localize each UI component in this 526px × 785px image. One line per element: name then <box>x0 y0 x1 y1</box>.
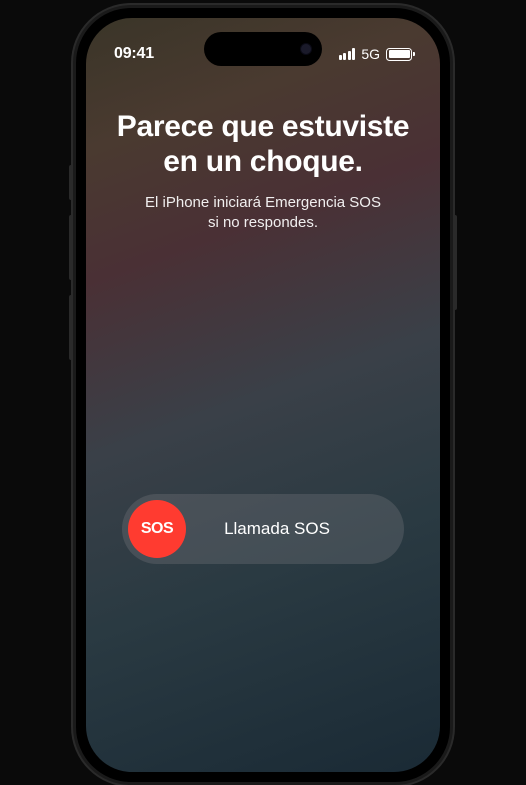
phone-screen: 09:41 5G Parece que est <box>86 18 440 772</box>
front-camera-icon <box>300 43 312 55</box>
side-button <box>453 215 457 310</box>
alert-title-line1: Parece que estuviste <box>117 110 410 143</box>
alert-title-line2: en un choque. <box>163 145 362 178</box>
alert-subtitle: El iPhone iniciará Emergencia SOS si no … <box>106 193 420 234</box>
volume-button <box>69 295 73 360</box>
sos-slider-label: Llamada SOS <box>186 519 398 539</box>
sos-slider-handle[interactable]: SOS <box>128 500 186 558</box>
alert-subtitle-line1: El iPhone iniciará Emergencia SOS <box>145 194 381 211</box>
sos-call-slider[interactable]: SOS Llamada SOS <box>122 494 404 564</box>
phone-device-frame: 09:41 5G Parece que est <box>73 5 453 785</box>
alert-title: Parece que estuviste en un choque. <box>106 110 420 179</box>
sos-icon-text: SOS <box>141 520 173 538</box>
network-type-label: 5G <box>361 46 380 62</box>
status-indicators: 5G <box>339 46 412 62</box>
status-time: 09:41 <box>114 45 154 63</box>
phone-bezel: 09:41 5G Parece que est <box>76 8 450 782</box>
cellular-signal-icon <box>339 48 356 60</box>
dynamic-island <box>204 32 322 66</box>
crash-alert-content: Parece que estuviste en un choque. El iP… <box>86 110 440 234</box>
alert-subtitle-line2: si no respondes. <box>208 214 318 231</box>
battery-icon <box>386 48 412 61</box>
